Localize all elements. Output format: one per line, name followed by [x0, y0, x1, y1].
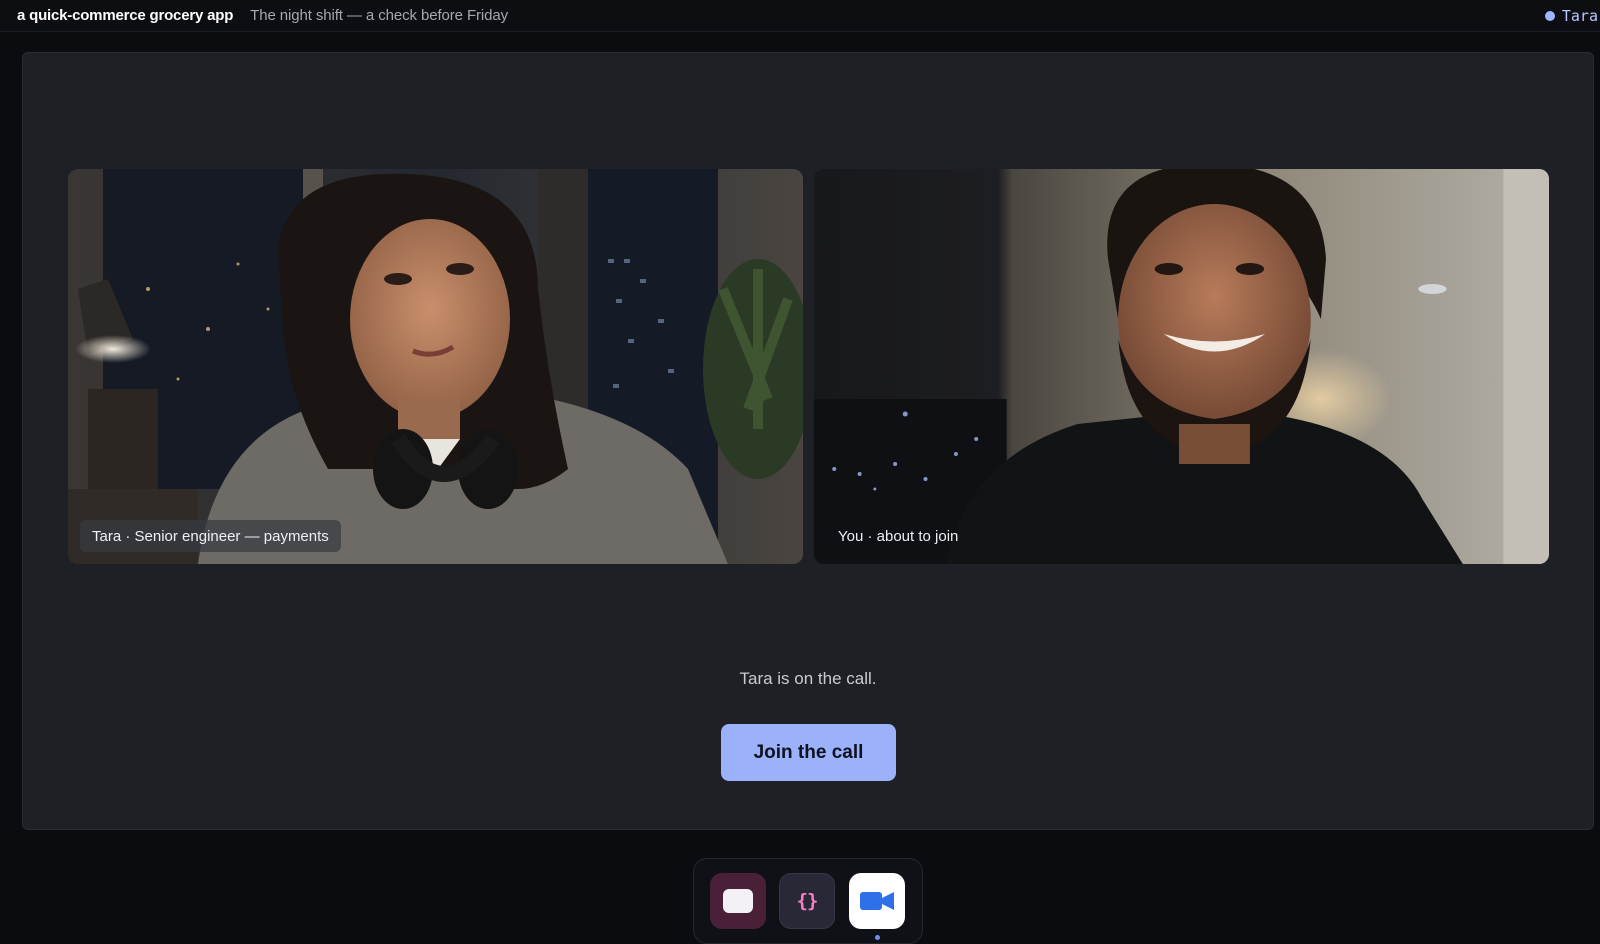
- presence-indicator: Tara: [1544, 0, 1600, 32]
- join-call-button[interactable]: Join the call: [721, 724, 896, 781]
- participant-caption-self: You · about to join: [838, 527, 959, 545]
- video-call-icon: [860, 892, 894, 910]
- session-title: The night shift — a check before Friday: [250, 7, 509, 24]
- online-dot-icon: [1544, 11, 1555, 21]
- participant-tile-self[interactable]: You · about to join: [814, 169, 1549, 564]
- participant-caption-tara: Tara · Senior engineer — payments: [80, 520, 341, 552]
- presence-name: Tara: [1561, 7, 1598, 25]
- chat-app-icon: [723, 889, 753, 913]
- app-title: a quick-commerce grocery app: [17, 7, 234, 24]
- active-app-indicator: [875, 935, 880, 940]
- code-editor-icon: {}: [796, 890, 819, 912]
- participant-tile-tara[interactable]: Tara · Senior engineer — payments: [68, 169, 803, 564]
- participant-video-tara: [68, 169, 803, 564]
- top-bar: a quick-commerce grocery app The night s…: [0, 0, 1600, 32]
- app-dock: {}: [693, 858, 923, 944]
- code-editor-button[interactable]: {}: [779, 873, 835, 929]
- call-status-text: Tara is on the call.: [739, 669, 877, 688]
- participant-video-self: [814, 169, 1549, 564]
- video-call-button[interactable]: [849, 873, 905, 929]
- call-stage: Tara · Senior engineer — payments You · …: [22, 52, 1594, 830]
- chat-app-button[interactable]: [710, 873, 766, 929]
